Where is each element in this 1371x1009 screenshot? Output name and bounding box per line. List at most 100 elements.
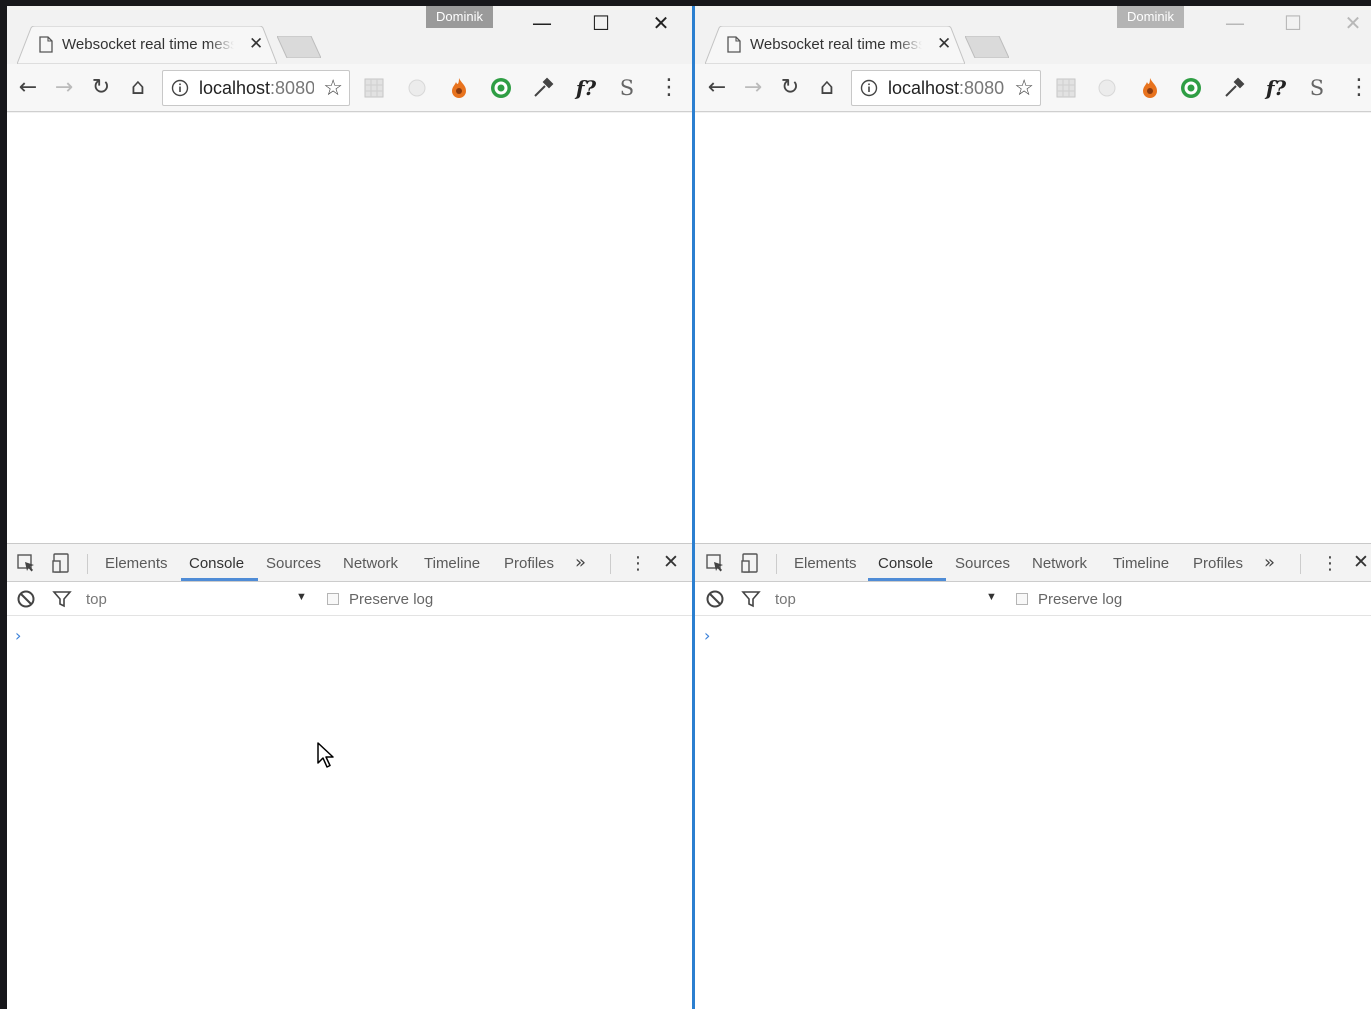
maximize-button[interactable]: ☐	[1270, 8, 1316, 38]
context-dropdown-icon[interactable]: ▼	[296, 591, 307, 603]
device-icon[interactable]	[51, 553, 71, 573]
extension-green-icon[interactable]	[489, 76, 513, 100]
reload-icon[interactable]: ↻	[778, 76, 802, 100]
profile-badge[interactable]: Dominik	[426, 6, 493, 28]
extension-fire-icon[interactable]	[447, 76, 471, 100]
clear-console-icon[interactable]	[705, 589, 725, 609]
mouse-cursor-icon	[317, 742, 334, 768]
tab-console[interactable]: Console	[189, 555, 244, 572]
back-icon[interactable]: ←	[705, 76, 729, 100]
reload-icon[interactable]: ↻	[89, 76, 113, 100]
tab-close-icon[interactable]: ✕	[937, 34, 951, 54]
context-selector[interactable]: top	[86, 591, 107, 608]
tab-timeline[interactable]: Timeline	[1113, 555, 1169, 572]
eyedropper-icon[interactable]	[1222, 76, 1246, 100]
browser-tab[interactable]: Websocket real time messages ✕	[705, 26, 965, 64]
clear-console-icon[interactable]	[16, 589, 36, 609]
home-icon[interactable]: ⌂	[815, 76, 839, 100]
devtools-panel: Elements Console Sources Network Timelin…	[7, 543, 692, 1009]
active-tab-indicator	[181, 578, 258, 581]
filter-icon[interactable]	[741, 589, 761, 609]
tab-profiles[interactable]: Profiles	[1193, 555, 1243, 572]
page-content[interactable]	[695, 113, 1371, 543]
inspect-icon[interactable]	[705, 553, 725, 573]
devtools-menu-icon[interactable]: ⋮	[629, 553, 647, 574]
devtools-separator	[776, 554, 777, 574]
tab-sources[interactable]: Sources	[955, 555, 1010, 572]
s-extension-icon[interactable]: S	[1305, 76, 1329, 100]
device-icon[interactable]	[740, 553, 760, 573]
tab-network[interactable]: Network	[343, 555, 398, 572]
address-bar[interactable]: localhost:8080 ☆	[162, 70, 350, 106]
tab-elements[interactable]: Elements	[105, 555, 168, 572]
url-port: :8080	[270, 78, 314, 98]
extension-faded-icon[interactable]	[1095, 76, 1119, 100]
context-selector[interactable]: top	[775, 591, 796, 608]
info-icon[interactable]	[860, 79, 878, 97]
more-tabs-icon[interactable]: »	[1264, 552, 1275, 573]
preserve-log-checkbox[interactable]	[327, 593, 339, 605]
extension-grid-icon[interactable]	[1054, 76, 1078, 100]
extension-faded-icon[interactable]	[405, 76, 429, 100]
devtools-close-icon[interactable]: ✕	[663, 551, 679, 573]
tab-profiles[interactable]: Profiles	[504, 555, 554, 572]
forward-icon[interactable]: →	[741, 76, 765, 100]
page-content[interactable]	[7, 113, 692, 543]
devtools-close-icon[interactable]: ✕	[1353, 551, 1369, 573]
address-bar[interactable]: localhost:8080 ☆	[851, 70, 1041, 106]
extension-grid-icon[interactable]	[362, 76, 386, 100]
filter-icon[interactable]	[52, 589, 72, 609]
inspect-icon[interactable]	[16, 553, 36, 573]
context-dropdown-icon[interactable]: ▼	[986, 591, 997, 603]
function-extension-icon[interactable]: f?	[571, 76, 601, 100]
forward-icon[interactable]: →	[52, 76, 76, 100]
function-extension-icon[interactable]: f?	[1261, 76, 1291, 100]
extension-green-icon[interactable]	[1179, 76, 1203, 100]
star-icon[interactable]: ☆	[1014, 75, 1034, 101]
tab-timeline[interactable]: Timeline	[424, 555, 480, 572]
maximize-button[interactable]: ☐	[578, 8, 624, 38]
url-port: :8080	[959, 78, 1005, 98]
profile-badge[interactable]: Dominik	[1117, 6, 1184, 28]
tab-close-icon[interactable]: ✕	[249, 34, 263, 54]
devtools-menu-icon[interactable]: ⋮	[1321, 553, 1339, 574]
devtools-tabbar: Elements Console Sources Network Timelin…	[695, 544, 1371, 582]
tab-console[interactable]: Console	[878, 555, 933, 572]
preserve-log-checkbox[interactable]	[1016, 593, 1028, 605]
star-icon[interactable]: ☆	[323, 75, 343, 101]
minimize-button[interactable]: —	[1212, 8, 1258, 38]
chrome-menu-icon[interactable]: ⋮	[657, 76, 681, 100]
devtools-tabbar: Elements Console Sources Network Timelin…	[7, 544, 692, 582]
tab-title: Websocket real time messages	[750, 36, 922, 53]
close-window-button[interactable]: ✕	[1330, 8, 1371, 38]
devtools-separator	[87, 554, 88, 574]
close-window-button[interactable]: ✕	[638, 8, 684, 38]
browser-toolbar: ← → ↻ ⌂ localhost:8080 ☆ f? S ⋮	[7, 64, 692, 112]
s-extension-icon[interactable]: S	[615, 76, 639, 100]
eyedropper-icon[interactable]	[531, 76, 555, 100]
chrome-menu-icon[interactable]: ⋮	[1347, 76, 1371, 100]
more-tabs-icon[interactable]: »	[575, 552, 586, 573]
page-icon	[39, 36, 53, 53]
tab-network[interactable]: Network	[1032, 555, 1087, 572]
new-tab-button[interactable]	[277, 36, 321, 58]
console-prompt-icon[interactable]: ›	[704, 626, 710, 645]
info-icon[interactable]	[171, 79, 189, 97]
tab-sources[interactable]: Sources	[266, 555, 321, 572]
preserve-log-label: Preserve log	[1038, 591, 1123, 608]
active-tab-indicator	[868, 578, 946, 581]
devtools-panel: Elements Console Sources Network Timelin…	[695, 543, 1371, 1009]
console-prompt-icon[interactable]: ›	[15, 626, 21, 645]
new-tab-button[interactable]	[965, 36, 1009, 58]
extension-fire-icon[interactable]	[1138, 76, 1162, 100]
minimize-button[interactable]: —	[519, 8, 565, 38]
back-icon[interactable]: ←	[16, 76, 40, 100]
console-toolbar: top ▼ Preserve log	[7, 582, 692, 616]
browser-window-left: Dominik — ☐ ✕ Websocket real time messag…	[7, 6, 692, 1009]
browser-tab[interactable]: Websocket real time messages ✕	[17, 26, 277, 64]
tab-elements[interactable]: Elements	[794, 555, 857, 572]
home-icon[interactable]: ⌂	[126, 76, 150, 100]
devtools-separator	[610, 554, 611, 574]
title-bar: Dominik — ☐ ✕ Websocket real time messag…	[695, 6, 1371, 66]
browser-toolbar: ← → ↻ ⌂ localhost:8080 ☆ f? S ⋮	[695, 64, 1371, 112]
